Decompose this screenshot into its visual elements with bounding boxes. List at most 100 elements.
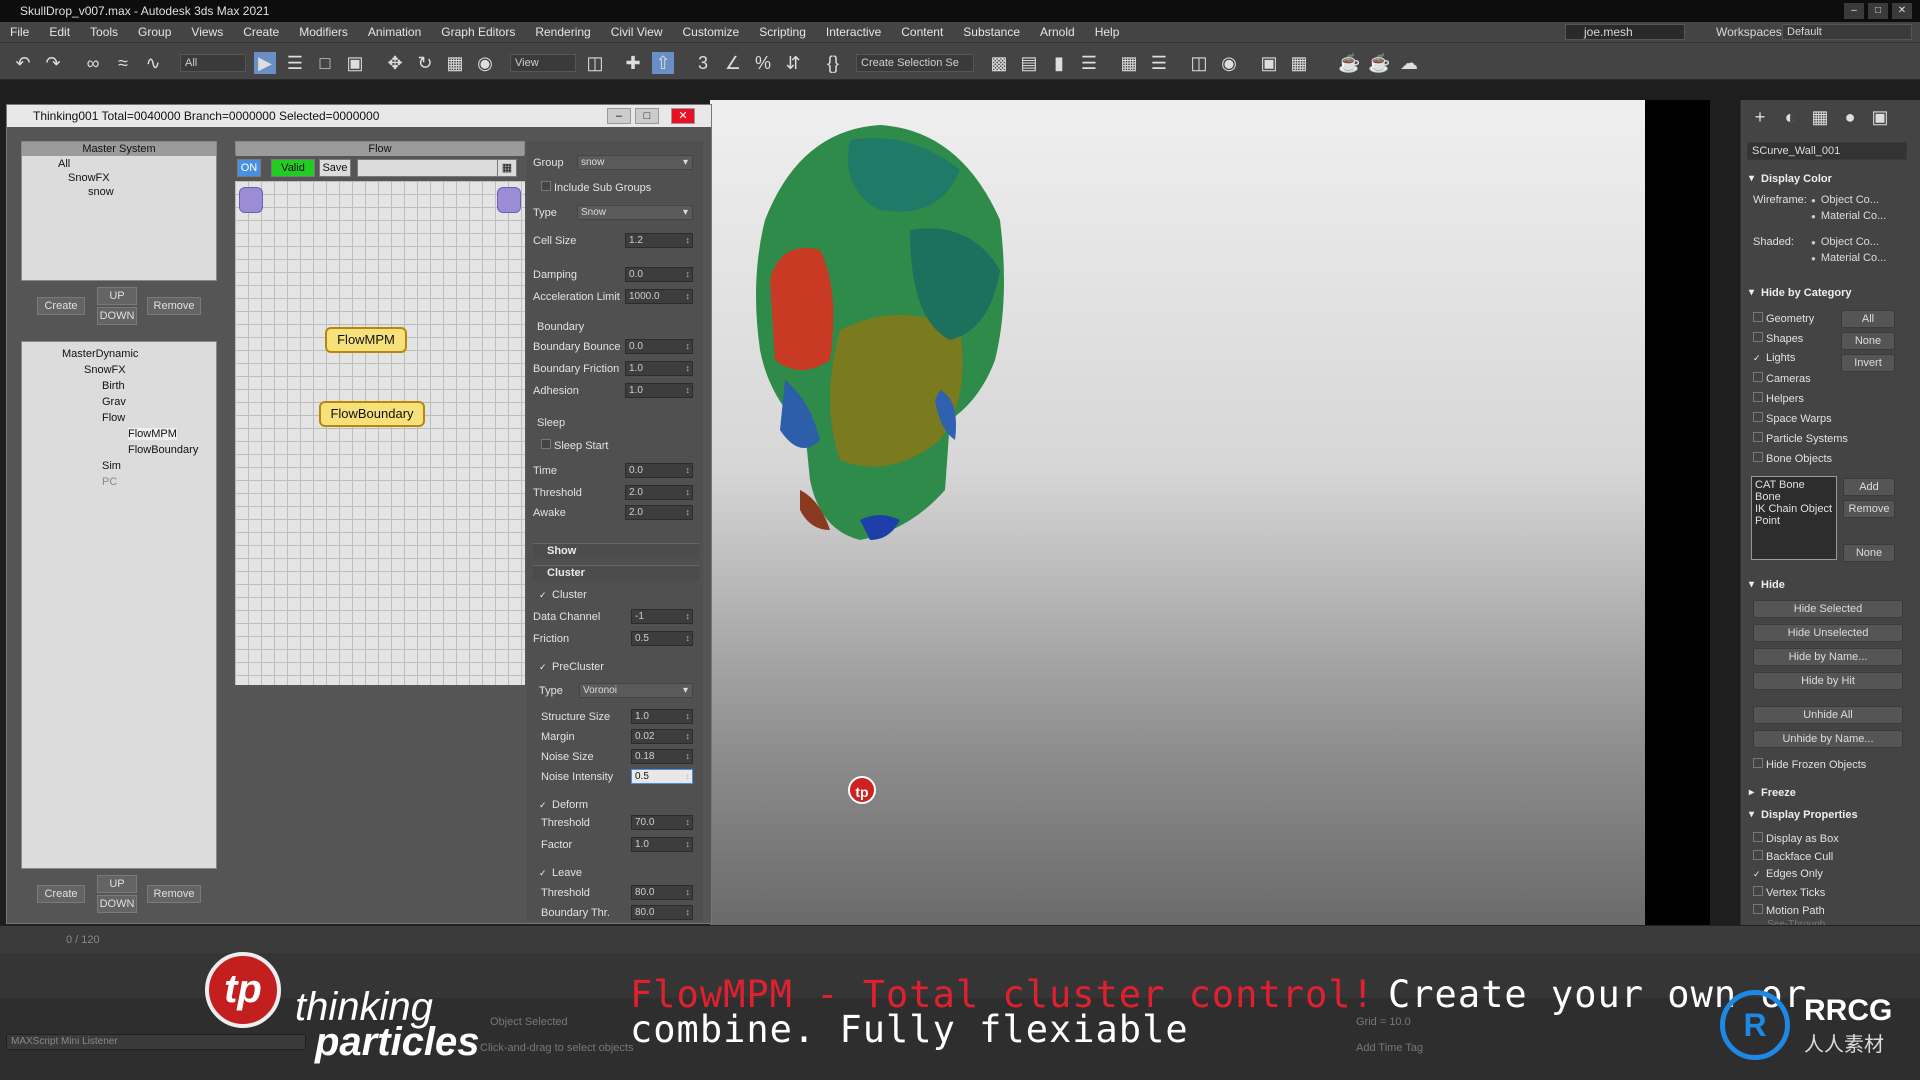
hide-unselected-button[interactable]: Hide Unselected	[1753, 624, 1903, 642]
margin-spinner[interactable]: 0.02	[631, 729, 693, 744]
curve-editor-icon[interactable]: ☰	[1148, 52, 1170, 74]
tree-item-birth[interactable]: Birth	[102, 380, 125, 392]
bone-list-none-button[interactable]: None	[1843, 544, 1895, 562]
hide-frozen-objects-checkbox[interactable]: Hide Frozen Objects	[1753, 758, 1866, 771]
master-dynamic-down-button[interactable]: DOWN	[97, 895, 137, 913]
backface-cull-checkbox[interactable]: Backface Cull	[1753, 850, 1833, 863]
keyboard-shortcut-icon[interactable]: ⇧	[652, 52, 674, 74]
freeze-rollout[interactable]: Freeze	[1747, 784, 1915, 802]
wireframe-material-color-radio[interactable]: Material Co...	[1811, 210, 1886, 222]
shaded-material-color-radio[interactable]: Material Co...	[1811, 252, 1886, 264]
menu-scripting[interactable]: Scripting	[759, 25, 806, 39]
boundary-friction-spinner[interactable]: 1.0	[625, 361, 693, 376]
toggle-ribbon-icon[interactable]: ▦	[1118, 52, 1140, 74]
category-space-warps-checkbox[interactable]: Space Warps	[1753, 412, 1832, 425]
menu-modifiers[interactable]: Modifiers	[299, 25, 348, 39]
edges-only-checkbox[interactable]: Edges Only	[1753, 868, 1823, 880]
select-by-name-icon[interactable]: ☰	[284, 52, 306, 74]
unlink-icon[interactable]: ≈	[112, 52, 134, 74]
master-system-down-button[interactable]: DOWN	[97, 307, 137, 325]
flow-input-port[interactable]	[239, 187, 263, 213]
master-dynamic-create-button[interactable]: Create	[37, 885, 85, 903]
show-rollout[interactable]: Show	[533, 543, 699, 559]
bone-list-add-button[interactable]: Add	[1843, 478, 1895, 496]
list-item[interactable]: IK Chain Object	[1755, 503, 1833, 515]
pivot-icon[interactable]: ◫	[584, 52, 606, 74]
category-helpers-checkbox[interactable]: Helpers	[1753, 392, 1804, 405]
menu-animation[interactable]: Animation	[368, 25, 421, 39]
close-icon[interactable]: ✕	[1892, 3, 1912, 19]
precluster-type-dropdown[interactable]: Voronoi	[579, 683, 693, 698]
motion-path-checkbox[interactable]: Motion Path	[1753, 904, 1825, 917]
workspaces-dropdown[interactable]: Default	[1782, 24, 1912, 40]
scale-icon[interactable]: ▦	[444, 52, 466, 74]
restore-icon[interactable]: □	[635, 108, 659, 124]
hide-selected-button[interactable]: Hide Selected	[1753, 600, 1903, 618]
list-item[interactable]: Point	[1755, 515, 1833, 527]
category-invert-button[interactable]: Invert	[1841, 354, 1895, 372]
menu-views[interactable]: Views	[191, 25, 223, 39]
friction-spinner[interactable]: 0.5	[631, 631, 693, 646]
select-manipulate-icon[interactable]: ✚	[622, 52, 644, 74]
factor-spinner[interactable]: 1.0	[631, 837, 693, 852]
master-system-up-button[interactable]: UP	[97, 287, 137, 305]
shaded-object-color-radio[interactable]: Object Co...	[1811, 236, 1879, 248]
select-object-icon[interactable]: ▶	[254, 52, 276, 74]
noise-size-spinner[interactable]: 0.18	[631, 749, 693, 764]
display-as-box-checkbox[interactable]: Display as Box	[1753, 832, 1839, 845]
minimize-icon[interactable]: –	[1844, 3, 1864, 19]
user-account-dropdown[interactable]: joe.mesh	[1565, 24, 1685, 40]
spinner-snap-icon[interactable]: ⇵	[782, 52, 804, 74]
menu-arnold[interactable]: Arnold	[1040, 25, 1075, 39]
menu-rendering[interactable]: Rendering	[535, 25, 590, 39]
tree-item-flowboundary[interactable]: FlowBoundary	[128, 444, 198, 456]
include-sub-groups-checkbox[interactable]: Include Sub Groups	[541, 181, 651, 194]
toggle-scene-explorer-icon[interactable]: ▮	[1048, 52, 1070, 74]
master-dynamic-up-button[interactable]: UP	[97, 875, 137, 893]
rect-selection-icon[interactable]: □	[314, 52, 336, 74]
tree-item-snow[interactable]: snow	[88, 186, 114, 198]
render-setup-icon[interactable]: ▣	[1258, 52, 1280, 74]
category-shapes-checkbox[interactable]: Shapes	[1753, 332, 1803, 345]
menu-graph-editors[interactable]: Graph Editors	[441, 25, 515, 39]
category-bone-objects-checkbox[interactable]: Bone Objects	[1753, 452, 1832, 465]
cluster-checkbox[interactable]: Cluster	[539, 589, 587, 601]
menu-tools[interactable]: Tools	[90, 25, 118, 39]
structure-size-spinner[interactable]: 1.0	[631, 709, 693, 724]
maxscript-listener-input[interactable]: MAXScript Mini Listener	[6, 1034, 306, 1050]
unhide-all-button[interactable]: Unhide All	[1753, 706, 1903, 724]
tree-item-snowfx[interactable]: SnowFX	[68, 172, 110, 184]
render-iterative-icon[interactable]: ☕	[1368, 52, 1390, 74]
tree-item-grav[interactable]: Grav	[102, 396, 126, 408]
boundary-bounce-spinner[interactable]: 0.0	[625, 339, 693, 354]
minimize-icon[interactable]: –	[607, 108, 631, 124]
mirror-icon[interactable]: ▩	[988, 52, 1010, 74]
threshold-spinner[interactable]: 2.0	[625, 485, 693, 500]
bind-spacewarp-icon[interactable]: ∿	[142, 52, 164, 74]
menu-customize[interactable]: Customize	[683, 25, 740, 39]
render-cloud-icon[interactable]: ☁	[1398, 52, 1420, 74]
display-color-rollout[interactable]: Display Color	[1747, 170, 1915, 188]
precluster-checkbox[interactable]: PreCluster	[539, 661, 604, 673]
tree-item-flow[interactable]: Flow	[102, 412, 125, 424]
bone-object-list[interactable]: CAT Bone Bone IK Chain Object Point	[1751, 476, 1837, 560]
unhide-by-name-button[interactable]: Unhide by Name...	[1753, 730, 1903, 748]
named-selection-dropdown[interactable]: Create Selection Se	[856, 54, 974, 72]
menu-civil-view[interactable]: Civil View	[611, 25, 663, 39]
edit-named-selection-icon[interactable]: {}	[822, 52, 844, 74]
data-channel-spinner[interactable]: -1	[631, 609, 693, 624]
flow-on-toggle[interactable]: ON	[237, 159, 261, 177]
tree-item-snowfx[interactable]: SnowFX	[84, 364, 126, 376]
maximize-icon[interactable]: □	[1868, 3, 1888, 19]
boundary-thr-spinner[interactable]: 80.0	[631, 905, 693, 920]
object-name-field[interactable]: SCurve_Wall_001	[1747, 142, 1907, 160]
link-icon[interactable]: ∞	[82, 52, 104, 74]
time-slider[interactable]: 0 / 120	[0, 925, 1920, 953]
bone-list-remove-button[interactable]: Remove	[1843, 500, 1895, 518]
tree-item-flowmpm[interactable]: FlowMPM	[128, 428, 177, 440]
deform-threshold-spinner[interactable]: 70.0	[631, 815, 693, 830]
leave-threshold-spinner[interactable]: 80.0	[631, 885, 693, 900]
selection-filter-dropdown[interactable]: All	[180, 54, 246, 72]
tree-item-sim[interactable]: Sim	[102, 460, 121, 472]
close-icon[interactable]: ✕	[671, 108, 695, 124]
